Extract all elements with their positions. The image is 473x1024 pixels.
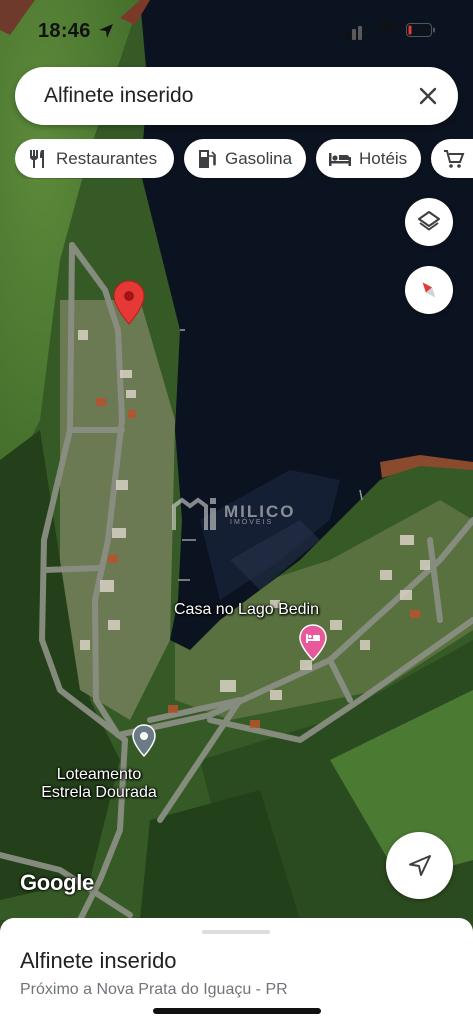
home-indicator[interactable]	[153, 1008, 321, 1014]
sheet-title: Alfinete inserido	[20, 948, 177, 973]
my-location-button[interactable]	[386, 832, 453, 899]
wifi-icon	[376, 22, 398, 38]
location-arrow-icon	[99, 24, 113, 38]
sheet-subtitle: Próximo a Nova Prata do Iguaçu - PR	[20, 981, 288, 998]
status-bar: 18:46	[0, 14, 473, 48]
chip-label: Gasolina	[225, 148, 293, 168]
satellite-map[interactable]: MILICO IMÓVEIS Casa no Lago Bedin Loteam…	[0, 0, 473, 920]
signal-icon	[340, 26, 362, 40]
milico-logo-icon	[172, 497, 216, 530]
place-pin-icon[interactable]	[132, 724, 156, 758]
search-query[interactable]: Alfinete inserido	[44, 84, 193, 108]
place-label-loteamento[interactable]: Loteamento Estrela Dourada	[34, 766, 164, 802]
place-label-line2: Estrela Dourada	[41, 784, 157, 801]
chip-restaurants[interactable]: Restaurantes	[15, 139, 174, 178]
battery-icon	[406, 23, 435, 37]
chip-shopping[interactable]	[431, 139, 473, 178]
hotel-pin-icon[interactable]	[299, 624, 327, 662]
chip-label: Hotéis	[359, 148, 408, 168]
fork-knife-icon	[30, 149, 44, 168]
category-chips: Restaurantes Gasolina Hotéis	[15, 139, 473, 179]
chip-gas[interactable]: Gasolina	[184, 139, 306, 178]
chip-label: Restaurantes	[56, 148, 158, 168]
status-time: 18:46	[38, 20, 91, 42]
shopping-cart-icon	[444, 149, 465, 168]
place-label-line1: Loteamento	[56, 766, 142, 783]
sheet-handle[interactable]	[202, 930, 270, 934]
watermark-sub: IMÓVEIS	[230, 519, 274, 526]
search-bar[interactable]: Alfinete inserido	[15, 67, 458, 125]
chip-hotels[interactable]: Hotéis	[316, 139, 421, 178]
dropped-pin-icon[interactable]	[112, 280, 146, 326]
gas-station-icon	[199, 149, 216, 168]
layers-icon	[418, 211, 440, 231]
layers-button[interactable]	[405, 198, 453, 246]
place-sheet[interactable]: Alfinete inserido Próximo a Nova Prata d…	[0, 918, 473, 1024]
compass-button[interactable]	[405, 266, 453, 314]
watermark-logo: MILICO IMÓVEIS	[172, 496, 294, 537]
bed-icon	[329, 152, 351, 166]
place-label-casa-no-lago[interactable]: Casa no Lago Bedin	[174, 601, 319, 619]
google-attribution: Google	[20, 870, 94, 895]
compass-icon	[422, 282, 436, 298]
close-icon[interactable]	[416, 84, 440, 108]
navigation-arrow-icon	[408, 854, 431, 876]
